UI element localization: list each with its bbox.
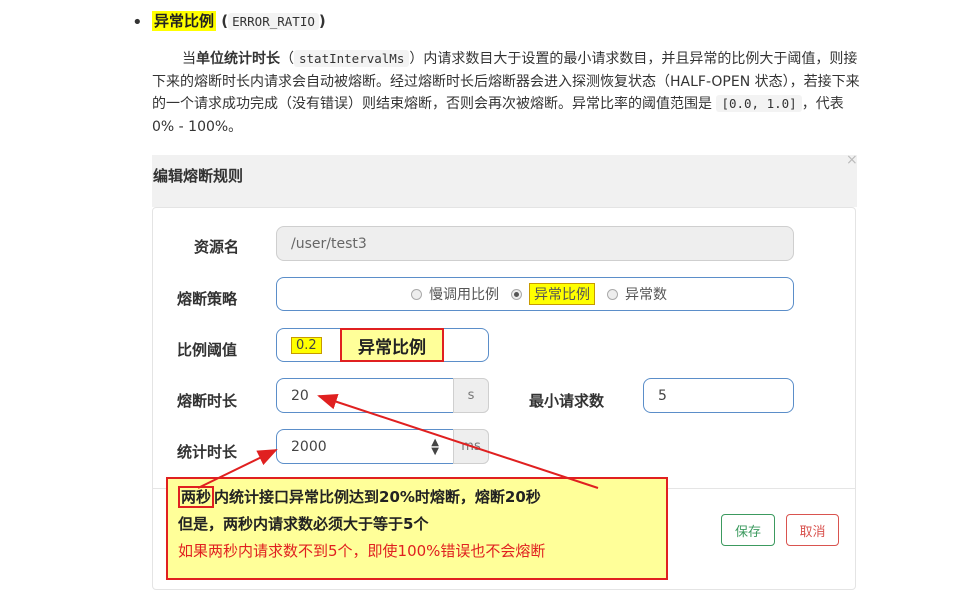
- arrow-to-stat-duration: [197, 449, 278, 489]
- annotation-arrows: [197, 394, 599, 489]
- arrow-to-duration: [317, 394, 599, 489]
